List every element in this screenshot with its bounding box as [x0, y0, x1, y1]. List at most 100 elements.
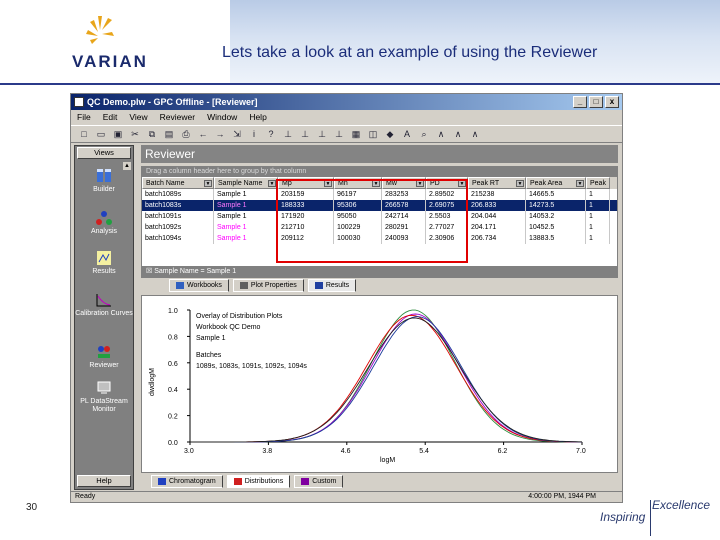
axis-icon[interactable]: ⊥ — [332, 128, 346, 141]
tab-custom[interactable]: Custom — [294, 475, 344, 488]
menu-reviewer[interactable]: Reviewer — [160, 110, 195, 124]
views-button[interactable]: Views — [77, 147, 131, 159]
table-row[interactable]: batch1089s Sample 1 203159 96197 283253 2.895… — [142, 189, 617, 200]
axis-icon[interactable]: ⊥ — [315, 128, 329, 141]
zoom-icon[interactable]: ⌕ — [417, 128, 431, 141]
forward-icon[interactable]: → — [213, 128, 227, 141]
menu-window[interactable]: Window — [207, 110, 237, 124]
table-row[interactable]: batch1094s Sample 1 209112 100030 240093 2.30… — [142, 233, 617, 244]
table-cell: 212710 — [278, 222, 334, 233]
menu-view[interactable]: View — [129, 110, 147, 124]
tab-chromatogram[interactable]: Chromatogram — [151, 475, 223, 488]
close-button[interactable]: x — [605, 96, 619, 108]
sort-dropdown-icon[interactable]: ▼ — [372, 180, 380, 187]
column-header[interactable]: Sample Name ▼ — [214, 177, 278, 189]
sort-dropdown-icon[interactable]: ▼ — [576, 180, 584, 187]
paste-icon[interactable]: ▤ — [162, 128, 176, 141]
open-icon[interactable]: ▭ — [94, 128, 108, 141]
export-icon[interactable]: ⇲ — [230, 128, 244, 141]
save-icon[interactable]: ▣ — [111, 128, 125, 141]
table-cell: 206.833 — [468, 200, 526, 211]
column-header[interactable]: Batch Name ▼ — [142, 177, 214, 189]
sidebar-item-reviewer[interactable]: Reviewer — [75, 344, 133, 370]
sidebar-item-label: Calibration Curves — [75, 310, 133, 317]
overlay-icon[interactable]: ◫ — [366, 128, 380, 141]
table-cell: batch1092s — [142, 222, 214, 233]
print-icon[interactable]: ⎙ — [179, 128, 193, 141]
table-cell: 2.89502 — [426, 189, 468, 200]
menu-file[interactable]: File — [77, 110, 91, 124]
column-header[interactable]: PD ▼ — [426, 177, 468, 189]
sidebar-item-analysis[interactable]: Analysis — [75, 210, 133, 236]
status-bar: Ready 4:00:00 PM, 1944 PM — [71, 491, 622, 502]
sidebar-item-monitor[interactable]: PL DataStream Monitor — [75, 380, 133, 414]
column-header[interactable]: Mw ▼ — [382, 177, 426, 189]
peak-icon[interactable]: ∧ — [434, 128, 448, 141]
y-tick-label: 0.8 — [168, 334, 178, 341]
status-right: 4:00:00 PM, 1944 PM — [528, 493, 596, 500]
info-icon[interactable]: i — [247, 128, 261, 141]
group-by-hint[interactable]: Drag a column header here to group by th… — [142, 167, 617, 177]
help-icon[interactable]: ? — [264, 128, 278, 141]
subtab-label: Plot Properties — [250, 281, 297, 289]
table-row[interactable]: batch1091s Sample 1 171920 95050 242714 2.550… — [142, 211, 617, 222]
sidebar-item-results[interactable]: Results — [75, 250, 133, 276]
monitor-icon — [97, 381, 111, 394]
sidebar-item-builder[interactable]: Builder — [75, 168, 133, 194]
new-icon[interactable]: □ — [77, 128, 91, 141]
results-tab-icon — [314, 282, 323, 289]
filter-bar[interactable]: ☒ Sample Name = Sample 1 — [142, 266, 617, 277]
sidebar-item-calibration[interactable]: Calibration Curves — [75, 292, 133, 318]
table-icon[interactable]: ▦ — [349, 128, 363, 141]
axis-icon[interactable]: ⊥ — [298, 128, 312, 141]
column-header[interactable]: Peak RT ▼ — [468, 177, 526, 189]
subtab-workbooks[interactable]: Workbooks — [169, 279, 229, 292]
menu-edit[interactable]: Edit — [103, 110, 118, 124]
tab-label: Custom — [312, 477, 337, 485]
table-cell: 1 — [586, 211, 610, 222]
cut-icon[interactable]: ✂ — [128, 128, 142, 141]
axis-icon[interactable]: ⊥ — [281, 128, 295, 141]
back-icon[interactable]: ← — [196, 128, 210, 141]
table-cell: 204.044 — [468, 211, 526, 222]
column-header[interactable]: Peak Area ▼ — [526, 177, 586, 189]
sort-dropdown-icon[interactable]: ▼ — [458, 180, 466, 187]
maximize-button[interactable]: □ — [589, 96, 603, 108]
copy-icon[interactable]: ⧉ — [145, 128, 159, 141]
sort-dropdown-icon[interactable]: ▼ — [268, 180, 276, 187]
toolbar: □ ▭ ▣ ✂ ⧉ ▤ ⎙ ← → ⇲ i? ⊥ ⊥ ⊥ ⊥ ▦ ◫ ◆ A ⌕ ∧ ∧ ∧ — [71, 125, 622, 143]
text-icon[interactable]: A — [400, 128, 414, 141]
stack-icon[interactable]: ◆ — [383, 128, 397, 141]
column-header[interactable]: Mp ▼ — [278, 177, 334, 189]
analysis-icon — [96, 211, 112, 225]
window-titlebar[interactable]: QC Demo.plw - GPC Offline - [Reviewer] _… — [71, 94, 622, 110]
filter-close-icon[interactable]: ☒ — [146, 268, 154, 275]
column-header[interactable]: Peak — [586, 177, 610, 189]
bottom-tab-strip: Chromatogram Distributions Custom — [141, 475, 618, 489]
sort-dropdown-icon[interactable]: ▼ — [416, 180, 424, 187]
minimize-button[interactable]: _ — [573, 96, 587, 108]
menu-bar: File Edit View Reviewer Window Help — [71, 110, 622, 124]
column-header[interactable]: Mn ▼ — [334, 177, 382, 189]
table-row[interactable]: batch1092s Sample 1 212710 100229 280291 2.77… — [142, 222, 617, 233]
x-tick-label: 4.6 — [341, 448, 351, 455]
peak-icon[interactable]: ∧ — [451, 128, 465, 141]
header-gradient — [230, 0, 720, 83]
table-cell: 95306 — [334, 200, 382, 211]
table-cell: 1 — [586, 233, 610, 244]
help-button[interactable]: Help — [77, 475, 131, 487]
slide-header: VARIAN Lets take a look at an example of… — [0, 0, 720, 83]
menu-help[interactable]: Help — [249, 110, 266, 124]
tab-distributions[interactable]: Distributions — [226, 475, 291, 488]
sort-dropdown-icon[interactable]: ▼ — [324, 180, 332, 187]
sort-dropdown-icon[interactable]: ▼ — [204, 180, 212, 187]
plot-properties-icon — [239, 282, 248, 289]
sort-dropdown-icon[interactable]: ▼ — [516, 180, 524, 187]
table-cell: 2.69075 — [426, 200, 468, 211]
table-row[interactable]: batch1083s Sample 1 188333 95306 266578 2.690… — [142, 200, 617, 211]
table-cell: 209112 — [278, 233, 334, 244]
table-cell: 1 — [586, 222, 610, 233]
subtab-plot-properties[interactable]: Plot Properties — [232, 279, 304, 292]
peak-icon[interactable]: ∧ — [468, 128, 482, 141]
subtab-results[interactable]: Results — [307, 279, 357, 292]
